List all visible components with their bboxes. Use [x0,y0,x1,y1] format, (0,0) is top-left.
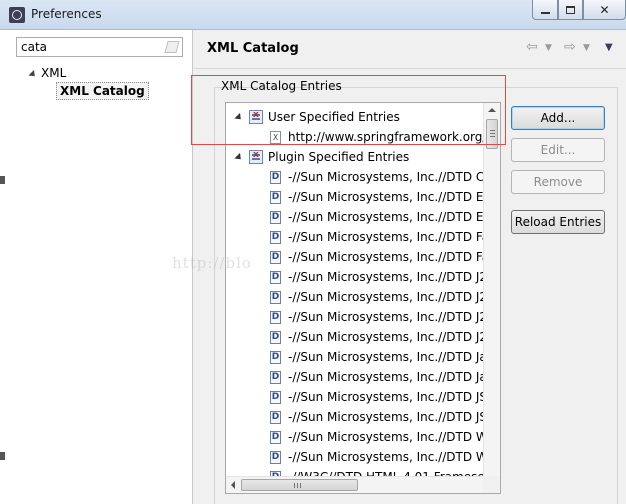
catalog-entries-tree[interactable]: User Specified Entries X http://www.spri… [225,102,501,494]
maximize-icon [566,5,575,14]
expand-icon[interactable] [28,69,38,80]
dtd-file-icon: D [270,250,281,264]
window-title: Preferences [31,7,102,21]
tree-node-label: -//Sun Microsystems, Inc.//DTD Fa [288,230,490,244]
forward-dropdown-icon[interactable]: ▼ [583,44,590,53]
window-edge-marker [0,176,5,184]
catalog-icon [249,150,263,164]
dtd-file-icon: D [270,210,281,224]
nav-tree-item-xml-catalog-label: XML Catalog [56,82,149,100]
filter-input-value: cata [21,40,48,54]
tree-node-label: -//Sun Microsystems, Inc.//DTD Fa [288,250,490,264]
minimize-icon [540,11,550,14]
dtd-file-icon: D [270,230,281,244]
tree-node-label: -//Sun Microsystems, Inc.//DTD W [288,430,488,444]
tree-node-label: -//Sun Microsystems, Inc.//DTD J2 [288,310,488,324]
tree-node-plugin-entry[interactable]: D -//Sun Microsystems, Inc.//DTD Ja [270,347,487,367]
dtd-file-icon: D [270,410,281,424]
expand-icon[interactable] [234,152,244,162]
tree-node-label: -//Sun Microsystems, Inc.//DTD J2 [288,270,488,284]
preference-page: XML Catalog ⇦ ▼ ⇨ ▼ ▼ XML Catalog Entrie… [191,30,626,504]
page-title: XML Catalog [207,41,299,56]
tree-node-label: -//Sun Microsystems, Inc.//DTD Ja [288,370,487,384]
tree-node-plugin-entry[interactable]: D -//Sun Microsystems, Inc.//DTD J2 [270,287,487,307]
dtd-file-icon: D [270,430,281,444]
back-dropdown-icon[interactable]: ▼ [545,44,552,53]
tree-node-label: -//Sun Microsystems, Inc.//DTD J2 [288,330,488,344]
tree-node-label: -//Sun Microsystems, Inc.//DTD JS [288,410,488,424]
view-menu-icon[interactable]: ▼ [605,43,613,53]
tree-node-plugin-entry[interactable]: D -//Sun Microsystems, Inc.//DTD Ja [270,367,487,387]
tree-node-plugin-entry[interactable]: D -//Sun Microsystems, Inc.//DTD W [270,447,488,467]
dtd-file-icon: D [270,310,281,324]
tree-node-plugin-entry[interactable]: D -//Sun Microsystems, Inc.//DTD J2 [270,307,487,327]
window-edge-marker [0,452,5,460]
dtd-file-icon: D [270,290,281,304]
nav-tree-item-xml-label: XML [41,66,67,80]
tree-node-label: -//Sun Microsystems, Inc.//DTD W [288,450,488,464]
dtd-file-icon: D [270,390,281,404]
close-icon: ✕ [599,2,610,17]
remove-button[interactable]: Remove [511,170,605,194]
tree-node-plugin-entry[interactable]: D -//Sun Microsystems, Inc.//DTD JS [270,387,487,407]
tree-node-plugin-specified[interactable]: Plugin Specified Entries [234,147,410,167]
dtd-file-icon: D [270,270,281,284]
watermark-text: http://blo [172,254,252,272]
close-button[interactable]: ✕ [583,0,626,20]
horizontal-scroll-thumb[interactable] [241,479,358,491]
horizontal-scrollbar[interactable] [226,476,500,493]
vertical-scrollbar[interactable] [483,103,500,477]
clear-filter-icon[interactable] [164,41,180,53]
window-title-bar: Preferences ✕ [0,0,626,30]
tree-node-label: -//Sun Microsystems, Inc.//DTD Ja [288,350,487,364]
tree-node-plugin-entry[interactable]: D -//Sun Microsystems, Inc.//DTD Fa [270,227,489,247]
nav-tree-item-xml-catalog[interactable]: XML Catalog [56,82,149,102]
scrollbar-corner [483,476,500,493]
header-separator [194,68,626,69]
eclipse-icon [9,7,25,23]
forward-arrow-icon[interactable]: ⇨ [564,40,576,54]
maximize-button[interactable] [558,0,583,20]
dtd-file-icon: D [270,170,281,184]
scroll-left-arrow-icon[interactable] [231,481,235,489]
reload-entries-button[interactable]: Reload Entries [511,210,605,234]
tree-node-plugin-entry[interactable]: D -//Sun Microsystems, Inc.//DTD JS [270,407,487,427]
dtd-file-icon: D [270,190,281,204]
tree-node-plugin-entry[interactable]: D -//Sun Microsystems, Inc.//DTD E [270,207,483,227]
tree-node-label: -//Sun Microsystems, Inc.//DTD E [288,210,484,224]
tree-node-plugin-entry[interactable]: D -//Sun Microsystems, Inc.//DTD J2 [270,327,487,347]
tree-node-plugin-entry[interactable]: D -//Sun Microsystems, Inc.//DTD Fa [270,247,489,267]
tree-node-plugin-entry[interactable]: D -//Sun Microsystems, Inc.//DTD J2 [270,267,487,287]
back-arrow-icon[interactable]: ⇦ [526,40,538,54]
filter-input[interactable]: cata [16,37,183,57]
tree-node-plugin-entry[interactable]: D -//Sun Microsystems, Inc.//DTD E [270,187,483,207]
tree-node-label: -//Sun Microsystems, Inc.//DTD C [288,170,485,184]
annotation-highlight-box [191,75,506,145]
tree-node-label: -//Sun Microsystems, Inc.//DTD E [288,190,484,204]
tree-node-label: -//Sun Microsystems, Inc.//DTD JS [288,390,488,404]
edit-button[interactable]: Edit... [511,138,605,162]
dtd-file-icon: D [270,370,281,384]
dtd-file-icon: D [270,350,281,364]
tree-node-label: Plugin Specified Entries [268,150,410,164]
dtd-file-icon: D [270,450,281,464]
tree-node-plugin-entry[interactable]: D -//Sun Microsystems, Inc.//DTD W [270,427,488,447]
tree-node-plugin-entry[interactable]: D -//Sun Microsystems, Inc.//DTD C [270,167,484,187]
minimize-button[interactable] [532,0,558,20]
preferences-nav-pane: cata XML XML Catalog [0,30,193,504]
add-button[interactable]: Add... [511,106,605,130]
tree-node-label: -//Sun Microsystems, Inc.//DTD J2 [288,290,488,304]
dtd-file-icon: D [270,330,281,344]
